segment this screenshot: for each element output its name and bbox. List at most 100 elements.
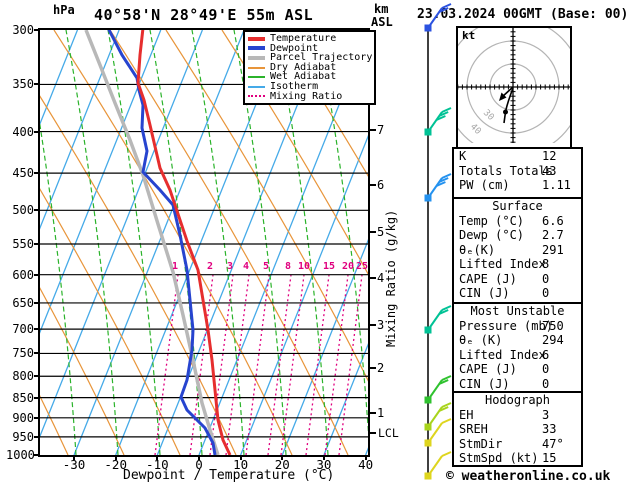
pressure-unit-label: hPa — [53, 3, 75, 17]
pressure-tick-label: 850 — [6, 391, 34, 405]
table-row: Temp (°C) 6.6 — [454, 214, 581, 229]
row-value: 3 — [542, 408, 549, 423]
lcl-label: LCL — [378, 426, 399, 440]
km-tick — [369, 129, 376, 131]
row-value: 0 — [542, 362, 549, 377]
mixing-ratio-lines — [155, 275, 362, 455]
legend-swatch-wet-adiabat — [248, 76, 265, 78]
row-label: StmDir — [459, 437, 502, 451]
mixing-ratio-value-label: 5 — [263, 261, 269, 272]
row-value: 15 — [542, 451, 556, 466]
temp-tick — [115, 455, 117, 460]
hodograph-ring-label: 40 — [468, 122, 483, 137]
pressure-tick-label: 350 — [6, 77, 34, 91]
wind-barb — [426, 419, 452, 446]
row-value: 294 — [542, 333, 564, 348]
table-surface: SurfaceTemp (°C)6.6Dewp (°C)2.7θₑ(K)291L… — [452, 197, 583, 304]
temp-tick — [73, 455, 75, 460]
pressure-tick — [34, 375, 40, 377]
table-row: K12 — [454, 149, 581, 164]
wind-barb — [426, 174, 452, 201]
pressure-tick — [34, 417, 40, 419]
pressure-tick — [34, 243, 40, 245]
row-label: EH — [459, 408, 473, 422]
km-tick-label: 2 — [377, 361, 384, 375]
pressure-tick — [34, 83, 40, 85]
mixing-ratio-line — [246, 275, 269, 455]
row-label: Temp (°C) — [459, 214, 524, 228]
wind-barb-tick — [442, 108, 451, 112]
wind-barb-tick — [442, 174, 451, 178]
km-tick — [369, 324, 376, 326]
row-value: 12 — [542, 149, 556, 164]
legend-swatch-isotherm — [248, 86, 265, 88]
table-title: Most Unstable — [454, 304, 581, 319]
table-row: StmSpd (kt)15 — [454, 451, 581, 466]
km-tick-label: 1 — [377, 406, 384, 420]
mixing-ratio-value-label: 15 — [323, 261, 335, 272]
table-indices: K12Totals Totals43PW (cm)1.11 — [452, 147, 583, 199]
wind-barb — [426, 376, 452, 403]
table-hodograph: HodographEH3SREH33StmDir47°StmSpd (kt)15 — [452, 391, 583, 467]
pressure-tick — [34, 172, 40, 174]
row-value: 0 — [542, 272, 549, 287]
pressure-tick-label: 300 — [6, 23, 34, 37]
hodograph-plot: 3040 — [458, 28, 570, 143]
row-label: CIN (J) — [459, 377, 510, 391]
wind-barb-tick — [442, 452, 451, 456]
mixing-ratio-value-label: 10 — [298, 261, 310, 272]
row-value: 1.11 — [542, 178, 571, 193]
table-row: CIN (J) 0 — [454, 377, 581, 392]
pressure-tick — [34, 131, 40, 133]
row-label: θₑ(K) — [459, 243, 495, 257]
pressure-tick-label: 600 — [6, 268, 34, 282]
page-title: 40°58'N 28°49'E 55m ASL — [94, 6, 313, 24]
row-label: Dewp (°C) — [459, 228, 524, 242]
legend-swatch-mixing-ratio — [248, 95, 265, 97]
table-row: Dewp (°C) 2.7 — [454, 228, 581, 243]
wind-barb-tick — [442, 376, 451, 380]
row-label: Pressure (mb) — [459, 319, 553, 333]
table-row: CIN (J)0 — [454, 286, 581, 301]
hodograph: 3040 kt — [456, 26, 572, 149]
x-axis-label: Dewpoint / Temperature (°C) — [123, 468, 334, 483]
row-value: 47° — [542, 437, 564, 452]
legend-label: Mixing Ratio — [270, 92, 342, 102]
temp-tick — [281, 455, 283, 460]
row-value: 2.7 — [542, 228, 564, 243]
table-title: Hodograph — [454, 393, 581, 408]
row-value: 0 — [542, 377, 549, 392]
pressure-tick — [34, 436, 40, 438]
wind-barb-tick — [442, 306, 451, 310]
row-value: 6.6 — [542, 214, 564, 229]
pressure-tick — [34, 397, 40, 399]
hodograph-unit-label: kt — [462, 29, 475, 42]
dry-adiabat-line — [38, 30, 68, 455]
pressure-tick — [34, 352, 40, 354]
table-row: PW (cm)1.11 — [454, 178, 581, 193]
row-label: CAPE (J) — [459, 362, 517, 376]
wind-barb — [426, 4, 452, 31]
temp-tick — [323, 455, 325, 460]
wet-adiabat-line — [150, 30, 202, 455]
pressure-tick — [34, 29, 40, 31]
km-tick — [369, 367, 376, 369]
mixing-ratio-line — [339, 275, 362, 455]
km-tick — [369, 231, 376, 233]
credit-label: © weatheronline.co.uk — [446, 469, 610, 484]
pressure-tick-label: 800 — [6, 369, 34, 383]
table-row: θₑ(K)291 — [454, 243, 581, 258]
isotherm-line — [38, 30, 119, 455]
temp-tick — [365, 455, 367, 460]
row-label: θₑ (K) — [459, 333, 502, 347]
mixing-ratio-value-label: 3 — [227, 261, 233, 272]
wind-barb-shaft — [428, 456, 442, 476]
table-row: Lifted Index8 — [454, 257, 581, 272]
pressure-tick — [34, 328, 40, 330]
mixing-ratio-line — [325, 275, 348, 455]
wind-barb — [426, 306, 452, 333]
temp-tick — [156, 455, 158, 460]
pressure-tick-label: 650 — [6, 296, 34, 310]
wind-barb-column — [405, 0, 460, 486]
table-row: EH 3 — [454, 408, 581, 423]
